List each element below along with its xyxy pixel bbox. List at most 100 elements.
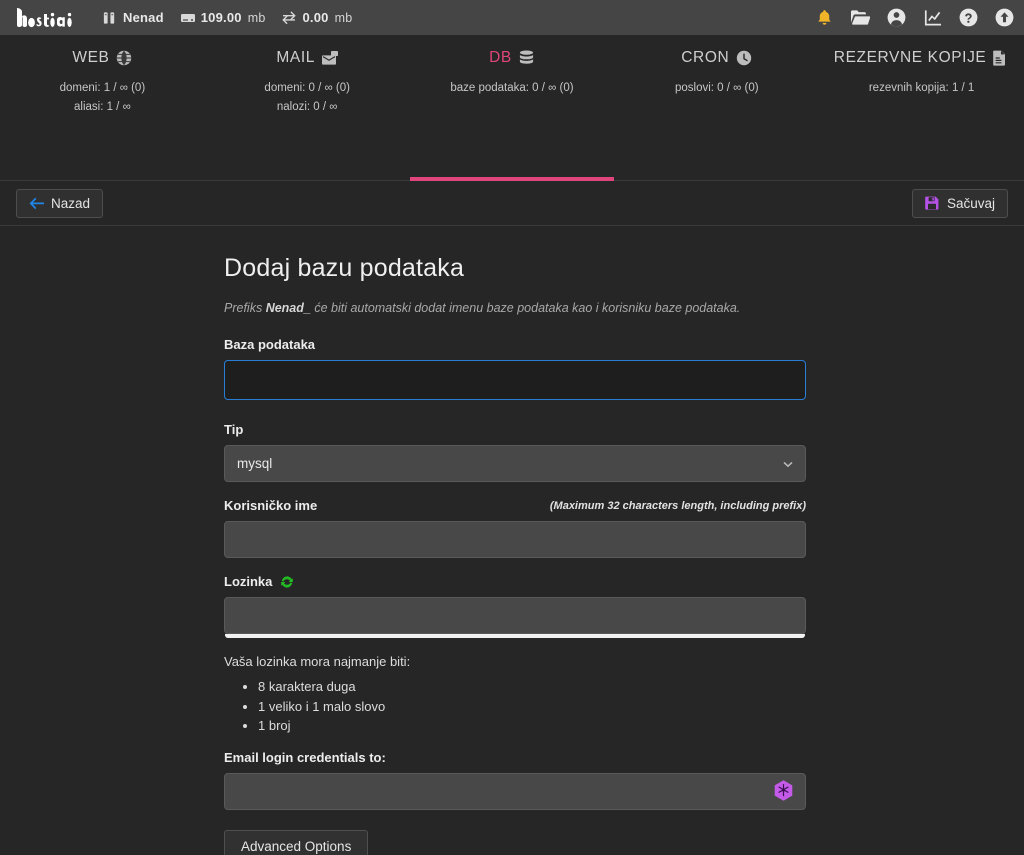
field-username: Korisničko ime (Maximum 32 characters le… [224,498,806,558]
nav-mail-line-2: nalozi: 0 / ∞ [276,101,338,113]
password-requirement-item: 1 broj [258,716,806,736]
transfer-arrows-icon [281,10,297,25]
save-button[interactable]: Sačuvaj [911,188,1008,218]
stat-disk-unit: mb [247,10,266,25]
username-length-hint: (Maximum 32 characters length, including… [549,499,806,512]
top-bar-actions [815,0,1014,35]
notifications-bell-icon[interactable] [815,8,834,27]
main-content: Dodaj bazu podataka Prefiks Nenad_ će bi… [0,226,1024,855]
password-requirements-title: Vaša lozinka mora najmanje biti: [224,654,411,669]
top-bar: Nenad 109.00 mb 0.00 mb [0,0,1024,35]
nav-db-line-1: baze podataka: 0 / ∞ (0) [450,82,574,94]
prefix-note-after: će biti automatski dodat imenu baze poda… [310,301,741,315]
server-rack-icon [102,11,117,25]
email-label-text: Email login credentials to: [224,749,386,765]
nav-panel-cron[interactable]: CRON poslovi: 0 / ∞ (0) [614,35,819,181]
password-strength-bar [225,634,805,638]
nav-panel-db[interactable]: DB baze podataka: 0 / ∞ (0) [409,35,615,181]
nav-backups-title-group: REZERVNE KOPIJE [834,49,1010,67]
prefix-note-value: Nenad_ [265,301,311,315]
action-toolbar: Nazad Sačuvaj [0,181,1024,226]
email-input-wrapper [224,772,806,810]
password-label: Lozinka [224,574,806,589]
database-icon [519,50,535,66]
header-stats: Nenad 109.00 mb 0.00 mb [102,10,352,25]
password-input-wrapper [224,597,806,638]
nav-mail-line-1: domeni: 0 / ∞ (0) [264,82,350,94]
save-button-label: Sačuvaj [946,195,995,211]
nav-backups-title: REZERVNE KOPIJE [833,49,987,66]
nav-backups-line-1: rezevnih kopija: 1 / 1 [868,82,975,94]
stat-bandwidth-unit: mb [334,10,353,25]
nav-web-title: WEB [72,49,110,66]
database-name-input[interactable] [224,360,806,400]
floppy-save-icon [925,196,940,210]
nav-panel-web[interactable]: WEB domeni: 1 / ∞ (0) aliasi: 1 / ∞ [0,35,205,181]
stat-bandwidth-value: 0.00 [302,10,329,25]
advanced-options-button[interactable]: Advanced Options [224,829,369,855]
nav-mail-title: MAIL [276,49,315,66]
stat-user: Nenad [102,10,164,25]
username-label-text: Korisničko ime [224,498,318,513]
database-type-value: mysql [237,456,273,471]
nav-cron-title-group: CRON [681,49,752,67]
hestia-logo[interactable] [14,5,76,31]
nav-web-line-1: domeni: 1 / ∞ (0) [59,82,146,94]
nav-web-title-group: WEB [72,49,132,67]
field-password: Lozinka [224,574,806,638]
clock-icon [736,50,752,66]
nav-cron-stats: poslovi: 0 / ∞ (0) [614,79,819,98]
database-type-select[interactable]: mysql [224,445,806,482]
globe-icon [116,50,132,66]
user-account-icon[interactable] [887,8,906,27]
nav-cron-line-1: poslovi: 0 / ∞ (0) [674,82,759,94]
password-label-text: Lozinka [224,574,273,589]
nav-mail-title-group: MAIL [276,49,338,67]
nav-db-title-group: DB [489,49,535,67]
nav-db-stats: baze podataka: 0 / ∞ (0) [410,79,615,98]
stat-user-value: Nenad [123,10,164,25]
nav-backups-stats: rezevnih kopija: 1 / 1 [819,79,1024,98]
back-button[interactable]: Nazad [16,188,104,218]
page-title: Dodaj bazu podataka [224,254,465,282]
password-requirement-item: 8 karaktera duga [258,677,806,697]
mail-stack-icon [321,50,338,66]
password-manager-hex-icon[interactable] [773,780,794,803]
back-button-label: Nazad [51,195,91,211]
prefix-note: Prefiks Nenad_ će biti automatski dodat … [224,301,806,315]
field-email: Email login credentials to: [224,750,806,810]
database-label-text: Baza podataka [224,337,316,352]
database-label: Baza podataka [224,337,806,352]
chevron-down-icon [782,458,794,470]
password-input[interactable] [224,597,806,634]
username-label: Korisničko ime (Maximum 32 characters le… [224,498,806,513]
nav-cron-title: CRON [681,49,730,66]
files-folder-icon[interactable] [851,8,870,27]
backup-file-icon [993,50,1009,66]
password-requirement-item: 1 veliko i 1 malo slovo [258,697,806,717]
email-credentials-input[interactable] [224,772,806,810]
field-database: Baza podataka [224,337,806,400]
refresh-generate-icon[interactable] [280,575,294,589]
type-label: Tip [224,422,806,437]
nav-web-stats: domeni: 1 / ∞ (0) aliasi: 1 / ∞ [0,79,205,117]
prefix-note-before: Prefiks [224,301,266,315]
stat-bandwidth: 0.00 mb [281,10,352,25]
nav-db-title: DB [489,49,512,66]
email-label: Email login credentials to: [224,750,806,765]
type-label-text: Tip [224,422,244,437]
stat-disk: 109.00 mb [180,10,266,25]
username-input[interactable] [224,521,806,558]
nav-web-line-2: aliasi: 1 / ∞ [74,101,131,113]
updates-upload-icon[interactable] [995,8,1014,27]
stat-disk-value: 109.00 [200,10,242,25]
add-database-form: Dodaj bazu podataka Prefiks Nenad_ će bi… [224,254,806,855]
nav-mail-stats: domeni: 0 / ∞ (0) nalozi: 0 / ∞ [205,79,410,117]
arrow-left-icon [29,196,44,210]
nav-panel-backups[interactable]: REZERVNE KOPIJE rezevnih kopija: 1 / 1 [819,35,1024,181]
nav-panel-mail[interactable]: MAIL domeni: 0 / ∞ (0) nalozi: 0 / ∞ [205,35,410,181]
statistics-chart-icon[interactable] [923,8,942,27]
password-requirements-list: 8 karaktera duga 1 veliko i 1 malo slovo… [258,677,806,736]
hdd-icon [180,11,195,25]
help-question-icon[interactable] [959,8,978,27]
